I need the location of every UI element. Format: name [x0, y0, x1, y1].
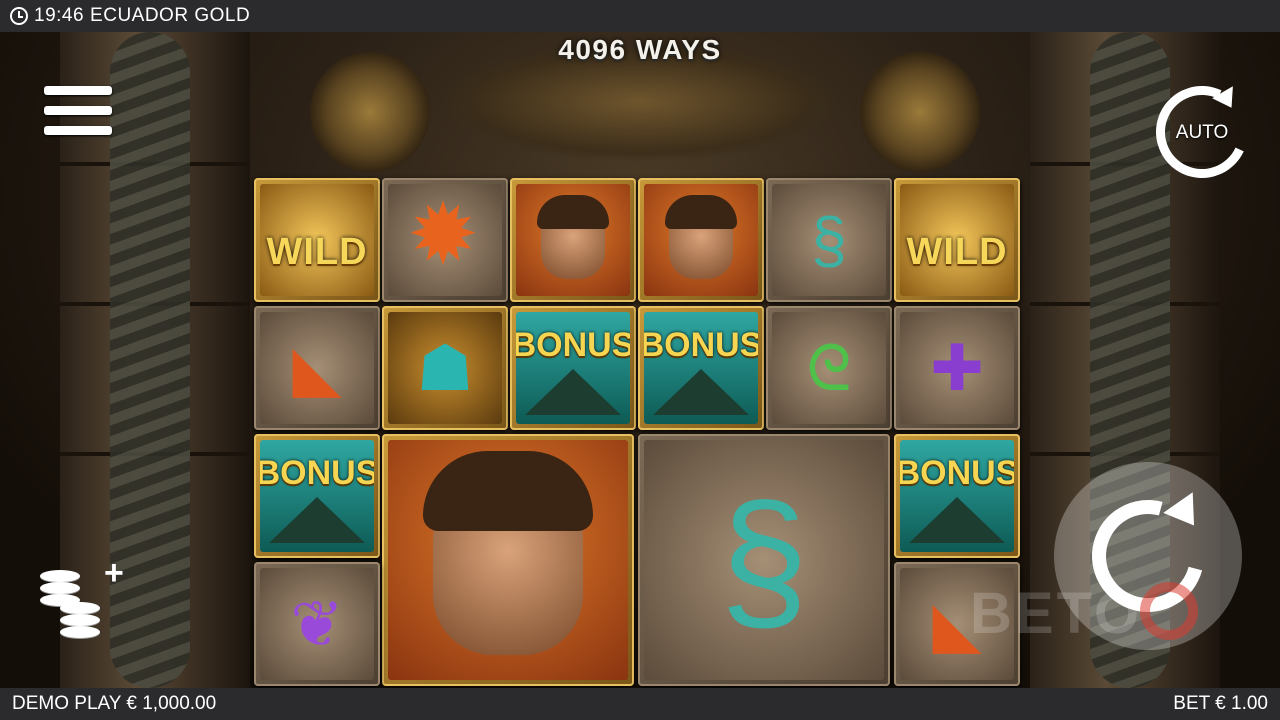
autoplay-button[interactable]: AUTO: [1143, 73, 1261, 191]
explorer-face: [665, 195, 737, 279]
green-snake-icon: ᘓ: [806, 332, 852, 404]
symbol-mask: ☗: [382, 306, 508, 430]
symbol-purple-cross: ✚: [894, 306, 1020, 430]
plus-icon: +: [104, 554, 124, 592]
hamburger-icon: [44, 86, 112, 95]
symbol-bonus: BONUS: [254, 434, 380, 558]
symbol-bonus: BONUS: [638, 306, 764, 430]
bottom-bar: DEMO PLAY € 1,000.00 BET € 1.00: [0, 688, 1280, 720]
pyramid-icon: [909, 496, 1005, 543]
game-title: ECUADOR GOLD: [90, 5, 251, 26]
symbol-green-snake: ᘓ: [766, 306, 892, 430]
symbol-bonus: BONUS: [510, 306, 636, 430]
sun-carving-right: [860, 52, 980, 172]
clock-time: 19:46: [34, 5, 85, 26]
snake-big-icon: §: [719, 470, 809, 649]
chakana-cross-icon: ✚: [930, 332, 984, 404]
sun-icon: [407, 192, 483, 278]
symbol-jaguar: ◣: [254, 306, 380, 430]
bet-amount[interactable]: BET € 1.00: [1173, 693, 1268, 715]
bet-settings-button[interactable]: +: [38, 556, 128, 640]
mask-icon: ☗: [416, 332, 474, 404]
menu-button[interactable]: [44, 86, 112, 144]
symbol-explorer-big: [382, 434, 634, 686]
demo-balance: DEMO PLAY € 1,000.00: [12, 693, 217, 714]
watermark-logo: BETO: [970, 581, 1143, 646]
symbol-snake: §: [766, 178, 892, 302]
sun-carving-left: [310, 52, 430, 172]
explorer-face-big: [423, 451, 593, 655]
symbol-snake-big: §: [638, 434, 890, 686]
symbol-bonus: BONUS: [894, 434, 1020, 558]
symbol-wild: WILD: [894, 178, 1020, 302]
symbol-sun-stone: [382, 178, 508, 302]
symbol-feather: ❦: [254, 562, 380, 686]
symbol-wild: WILD: [254, 178, 380, 302]
explorer-face: [537, 195, 609, 279]
pyramid-icon: [269, 496, 365, 543]
clock-icon: [10, 7, 28, 25]
top-bar: 19:46 ECUADOR GOLD: [0, 0, 1280, 32]
symbol-explorer: [638, 178, 764, 302]
feather-icon: ❦: [290, 588, 344, 660]
reel-grid: WILD § WILD ◣ ☗ BONUS BONUS ᘓ ✚ BONUS §: [254, 178, 1024, 686]
ways-counter: 4096 WAYS: [558, 34, 722, 65]
pyramid-icon: [653, 368, 749, 415]
jaguar-icon: ◣: [292, 332, 342, 404]
pyramid-icon: [525, 368, 621, 415]
snake-icon: §: [811, 204, 847, 276]
gear-icon: [1140, 582, 1198, 640]
autoplay-label: AUTO: [1175, 122, 1229, 143]
symbol-explorer: [510, 178, 636, 302]
